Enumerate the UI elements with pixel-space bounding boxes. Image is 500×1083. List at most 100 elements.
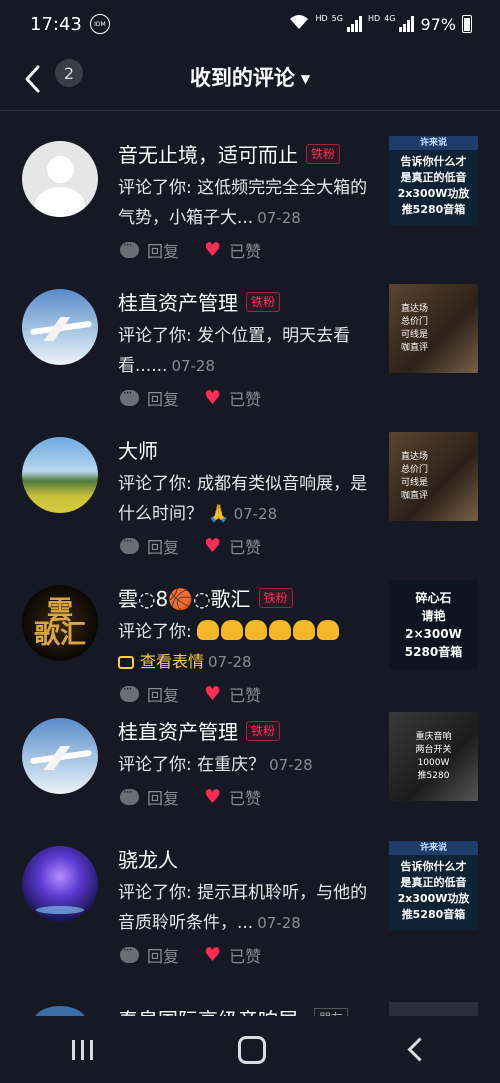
like-label: 已赞 <box>229 947 262 966</box>
comment-body: 评论了你: <box>118 622 192 642</box>
heart-icon: ♥ <box>204 387 222 409</box>
thumbnail-caption: 咖直评 <box>400 342 428 353</box>
battery-icon <box>462 15 472 33</box>
thumbnail-caption: 推5280音箱 <box>401 202 466 216</box>
comment-item[interactable]: 骁龙人 评论了你: 提示耳机聆听，与他的音质聆听条件，...07-28 回复 ♥… <box>0 816 500 967</box>
fan-badge: 铁粉 <box>258 587 293 608</box>
sticker-label: 查看表情 <box>140 652 205 671</box>
comment-text: 评论了你: 提示耳机聆听，与他的音质聆听条件，... 07-28 <box>118 878 368 938</box>
thumbnail-caption: 总价门 <box>400 464 428 475</box>
clap-emoji <box>197 620 220 640</box>
avatar[interactable] <box>22 289 98 365</box>
comment-item-partial[interactable]: 秦皇国际高级音响展 朋友 <box>0 1000 500 1016</box>
reply-label: 回复 <box>147 947 180 966</box>
comment-body: 评论了你: 提示耳机聆听，与他的音质聆听条件，... <box>118 883 368 933</box>
avatar[interactable]: 雲歌汇 <box>22 585 98 661</box>
clap-emoji <box>221 620 244 640</box>
thumbnail-caption: 请艳 <box>421 608 446 623</box>
heart-icon: ♥ <box>204 535 222 557</box>
signal-icon-2 <box>399 16 415 32</box>
status-bar: 17:43 IDM HD 5G HD 4G 97% <box>0 0 500 48</box>
comment-date: 07-28 <box>257 209 301 227</box>
user-name[interactable]: 桂直资产管理 <box>118 716 238 745</box>
heart-icon: ♥ <box>204 786 222 808</box>
heart-icon: ♥ <box>204 944 222 966</box>
comment-date: 07-28 <box>208 653 252 671</box>
video-thumbnail[interactable]: 许来说 告诉你什么才 是真正的低音 2x300W功放 推5280音箱 <box>389 136 478 225</box>
network-label: 5G <box>331 14 343 23</box>
view-sticker-link[interactable]: 查看表情 <box>118 652 204 671</box>
comment-text: 评论了你: 查看表情 07-28 <box>118 617 368 677</box>
thumbnail-caption: 碎心石 <box>415 590 452 605</box>
video-thumbnail[interactable]: 碎心石 请艳 2×300W 5280音箱 <box>389 580 478 669</box>
comment-item[interactable]: 雲歌汇 雲◌8🏀◌歌汇 铁粉 评论了你: 查看表情07-28 回复 ♥ 已赞 <box>0 555 500 705</box>
back-nav-button[interactable] <box>407 1037 432 1062</box>
comment-item[interactable]: 大师 评论了你: 成都有类似音响展，是什么时间？ 🙏07-28 回复 ♥ 已赞 … <box>0 407 500 557</box>
comment-bubble-icon <box>120 238 139 258</box>
like-button[interactable]: ♥ 已赞 <box>204 785 261 809</box>
thumbnail-caption: 两台开关 <box>415 744 452 755</box>
video-thumbnail[interactable]: 许来说 告诉你什么才 是真正的低音 2x300W功放 推5280音箱 <box>389 841 478 930</box>
hd-label-2: HD <box>367 14 381 23</box>
title-dropdown[interactable]: 收到的评论 ▼ <box>0 62 500 92</box>
thumbnail-caption: 推5280 <box>417 770 450 781</box>
comment-bubble-icon <box>120 534 139 554</box>
video-thumbnail[interactable] <box>389 1002 478 1016</box>
comment-body: 评论了你: 发个位置，明天去看看...... <box>118 326 351 376</box>
reply-label: 回复 <box>147 789 180 808</box>
header: 2 收到的评论 ▼ <box>0 48 500 111</box>
thumbnail-caption: 2×300W <box>405 626 462 641</box>
fan-badge: 铁粉 <box>246 720 281 741</box>
comment-date: 07-28 <box>233 505 278 523</box>
image-icon <box>118 656 134 669</box>
home-button[interactable] <box>237 1035 266 1064</box>
comment-item[interactable]: 桂直资产管理 铁粉 评论了你: 发个位置，明天去看看......07-28 回复… <box>0 259 500 409</box>
user-name[interactable]: 秦皇国际高级音响展 <box>118 1004 298 1016</box>
reply-button[interactable]: 回复 <box>120 943 179 967</box>
avatar[interactable] <box>34 1006 86 1016</box>
user-name[interactable]: 音无止境，适可而止 <box>118 139 298 168</box>
avatar[interactable] <box>22 718 98 794</box>
thumbnail-header: 许来说 <box>389 136 478 150</box>
thumbnail-caption: 告诉你什么才 <box>400 859 467 873</box>
comment-text: 评论了你: 成都有类似音响展，是什么时间？ 🙏 07-28 <box>118 469 368 529</box>
thumbnail-caption: 直达场 <box>400 451 428 462</box>
thumbs-up-emoji <box>317 620 340 640</box>
pray-emoji: 🙏 <box>208 504 230 524</box>
thumbnail-caption: 5280音箱 <box>404 644 463 659</box>
page-title: 收到的评论 <box>189 66 295 90</box>
comment-list[interactable]: 音无止境，适可而止 铁粉 评论了你: 这低频完完全全大箱的气势，小箱子大... 0… <box>0 111 500 1016</box>
wifi-icon <box>289 14 309 34</box>
thumbnail-caption: 是真正的低音 <box>400 875 467 889</box>
video-thumbnail[interactable]: 直达场 总价门 可线是 咖直评 <box>389 432 478 521</box>
user-name[interactable]: 大师 <box>118 435 158 464</box>
signal-icon <box>346 16 362 32</box>
thumbnail-caption: 可线是 <box>400 329 428 340</box>
thumbnail-caption: 重庆音响 <box>415 731 452 742</box>
thumbnail-caption: 2x300W功放 <box>397 186 470 200</box>
thumbnail-caption: 是真正的低音 <box>400 170 467 184</box>
thumbnail-caption: 咖直评 <box>400 490 428 501</box>
comment-item[interactable]: 音无止境，适可而止 铁粉 评论了你: 这低频完完全全大箱的气势，小箱子大... 0… <box>0 111 500 261</box>
reply-button[interactable]: 回复 <box>120 785 179 809</box>
user-name[interactable]: 雲◌8🏀◌歌汇 <box>118 583 251 612</box>
thumbnail-caption: 可线是 <box>400 477 428 488</box>
user-name[interactable]: 骁龙人 <box>118 844 178 873</box>
comment-text: 评论了你: 这低频完完全全大箱的气势，小箱子大... 07-28 <box>118 173 368 233</box>
user-name[interactable]: 桂直资产管理 <box>118 287 238 316</box>
like-button[interactable]: ♥ 已赞 <box>204 943 261 967</box>
heart-icon: ♥ <box>204 239 222 261</box>
thumbnail-caption: 直达场 <box>400 303 428 314</box>
comment-text: 评论了你: 发个位置，明天去看看...... 07-28 <box>118 321 368 381</box>
avatar[interactable] <box>22 846 98 922</box>
recent-apps-button[interactable] <box>72 1039 94 1060</box>
avatar[interactable] <box>22 437 98 513</box>
comment-date: 07-28 <box>269 756 313 774</box>
video-thumbnail[interactable]: 直达场 总价门 可线是 咖直评 <box>389 284 478 373</box>
idm-icon: IDM <box>89 14 110 34</box>
comment-item[interactable]: 桂直资产管理 铁粉 评论了你: 在重庆？07-28 回复 ♥ 已赞 重庆音响 两… <box>0 700 500 816</box>
avatar[interactable] <box>22 141 98 217</box>
comment-bubble-icon <box>120 943 139 963</box>
video-thumbnail[interactable]: 重庆音响 两台开关 1000W 推5280 <box>389 712 478 801</box>
comment-bubble-icon <box>120 785 139 805</box>
